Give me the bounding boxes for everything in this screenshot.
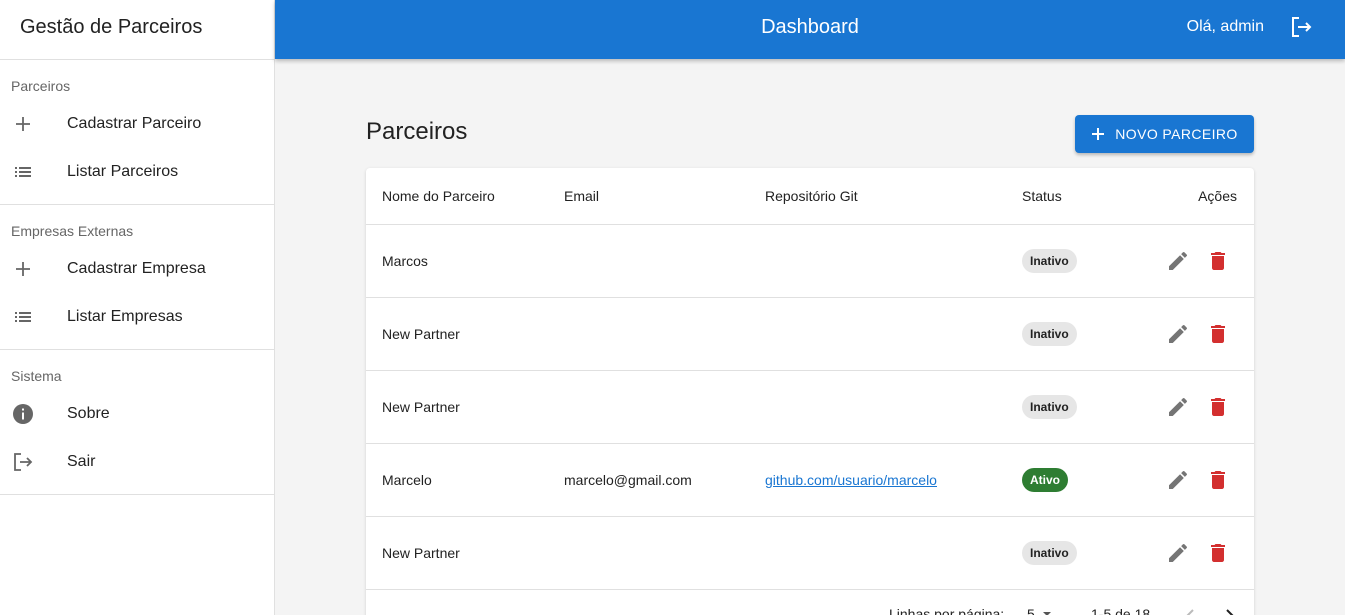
partner-name: Marcelo xyxy=(382,472,432,488)
sidebar-item-cadastrar-parceiro[interactable]: Cadastrar Parceiro xyxy=(0,100,274,148)
sidebar: Gestão de Parceiros Parceiros Cadastrar … xyxy=(0,0,275,615)
edit-icon[interactable] xyxy=(1166,249,1190,273)
table-pagination: Linhas por página: 5 1-5 de 18 xyxy=(366,590,1254,615)
new-partner-button-label: NOVO PARCEIRO xyxy=(1115,126,1238,142)
sidebar-item-label: Listar Parceiros xyxy=(67,163,179,180)
section-label: Sistema xyxy=(11,368,62,384)
status-badge: Ativo xyxy=(1022,468,1068,492)
list-icon xyxy=(11,305,35,329)
table-row: New Partner Inativo xyxy=(366,298,1254,371)
sidebar-item-label: Cadastrar Parceiro xyxy=(67,115,202,132)
logout-icon[interactable] xyxy=(1289,15,1313,39)
table-row: New Partner Inativo xyxy=(366,371,1254,444)
app-header: Dashboard Olá, admin xyxy=(275,0,1345,59)
partner-name: New Partner xyxy=(382,545,460,561)
sidebar-item-listar-empresas[interactable]: Listar Empresas xyxy=(0,293,274,341)
partner-email: marcelo@gmail.com xyxy=(564,472,692,488)
dropdown-arrow-icon xyxy=(1042,612,1051,615)
new-partner-button[interactable]: NOVO PARCEIRO xyxy=(1075,115,1254,153)
delete-icon[interactable] xyxy=(1206,249,1230,273)
sidebar-section-empresas: Empresas Externas Cadastrar Empresa List… xyxy=(0,205,274,350)
sidebar-item-label: Sobre xyxy=(67,405,110,422)
partner-name: New Partner xyxy=(382,326,460,342)
partner-repo-link[interactable]: github.com/usuario/marcelo xyxy=(765,444,937,516)
prev-page-icon[interactable] xyxy=(1178,604,1202,615)
status-badge: Inativo xyxy=(1022,541,1077,565)
delete-icon[interactable] xyxy=(1206,395,1230,419)
table-row: Marcos Inativo xyxy=(366,225,1254,298)
sidebar-section-sistema: Sistema Sobre Sair xyxy=(0,350,274,495)
sidebar-item-label: Cadastrar Empresa xyxy=(67,260,206,277)
logout-icon xyxy=(11,450,35,474)
next-page-icon[interactable] xyxy=(1218,604,1242,615)
status-badge: Inativo xyxy=(1022,249,1077,273)
sidebar-title: Gestão de Parceiros xyxy=(0,0,274,60)
sidebar-item-sair[interactable]: Sair xyxy=(0,438,274,486)
user-greeting: Olá, admin xyxy=(1186,18,1264,35)
rows-per-page-value: 5 xyxy=(1027,606,1035,615)
partner-name: Marcos xyxy=(382,253,428,269)
info-icon xyxy=(11,402,35,426)
column-header-status: Status xyxy=(1022,188,1062,204)
edit-icon[interactable] xyxy=(1166,541,1190,565)
table-row: New Partner Inativo xyxy=(366,517,1254,590)
header-title: Dashboard xyxy=(761,16,859,38)
edit-icon[interactable] xyxy=(1166,322,1190,346)
sidebar-item-label: Sair xyxy=(67,453,96,470)
status-badge: Inativo xyxy=(1022,322,1077,346)
edit-icon[interactable] xyxy=(1166,468,1190,492)
section-label: Empresas Externas xyxy=(11,223,134,239)
table-row: Marcelo marcelo@gmail.com github.com/usu… xyxy=(366,444,1254,517)
rows-per-page-select[interactable]: 5 xyxy=(1027,606,1053,615)
plus-icon xyxy=(11,112,35,136)
sidebar-item-sobre[interactable]: Sobre xyxy=(0,390,274,438)
partners-table: Nome do Parceiro Email Repositório Git S… xyxy=(366,168,1254,615)
plus-icon xyxy=(1092,128,1105,140)
sidebar-section-parceiros: Parceiros Cadastrar Parceiro Listar Parc… xyxy=(0,60,274,205)
column-header-repo: Repositório Git xyxy=(765,188,858,204)
status-badge: Inativo xyxy=(1022,395,1077,419)
rows-per-page-label: Linhas por página: xyxy=(889,606,1005,615)
section-label: Parceiros xyxy=(11,78,71,94)
column-header-actions: Ações xyxy=(1198,188,1237,204)
table-header: Nome do Parceiro Email Repositório Git S… xyxy=(366,168,1254,225)
delete-icon[interactable] xyxy=(1206,322,1230,346)
delete-icon[interactable] xyxy=(1206,541,1230,565)
plus-icon xyxy=(11,257,35,281)
pagination-range: 1-5 de 18 xyxy=(1091,606,1151,615)
list-icon xyxy=(11,160,35,184)
edit-icon[interactable] xyxy=(1166,395,1190,419)
sidebar-item-cadastrar-empresa[interactable]: Cadastrar Empresa xyxy=(0,245,274,293)
column-header-email: Email xyxy=(564,188,600,204)
column-header-name: Nome do Parceiro xyxy=(382,188,495,204)
delete-icon[interactable] xyxy=(1206,468,1230,492)
sidebar-item-listar-parceiros[interactable]: Listar Parceiros xyxy=(0,148,274,196)
page-title: Parceiros xyxy=(366,118,468,145)
sidebar-item-label: Listar Empresas xyxy=(67,308,183,325)
partner-name: New Partner xyxy=(382,399,460,415)
